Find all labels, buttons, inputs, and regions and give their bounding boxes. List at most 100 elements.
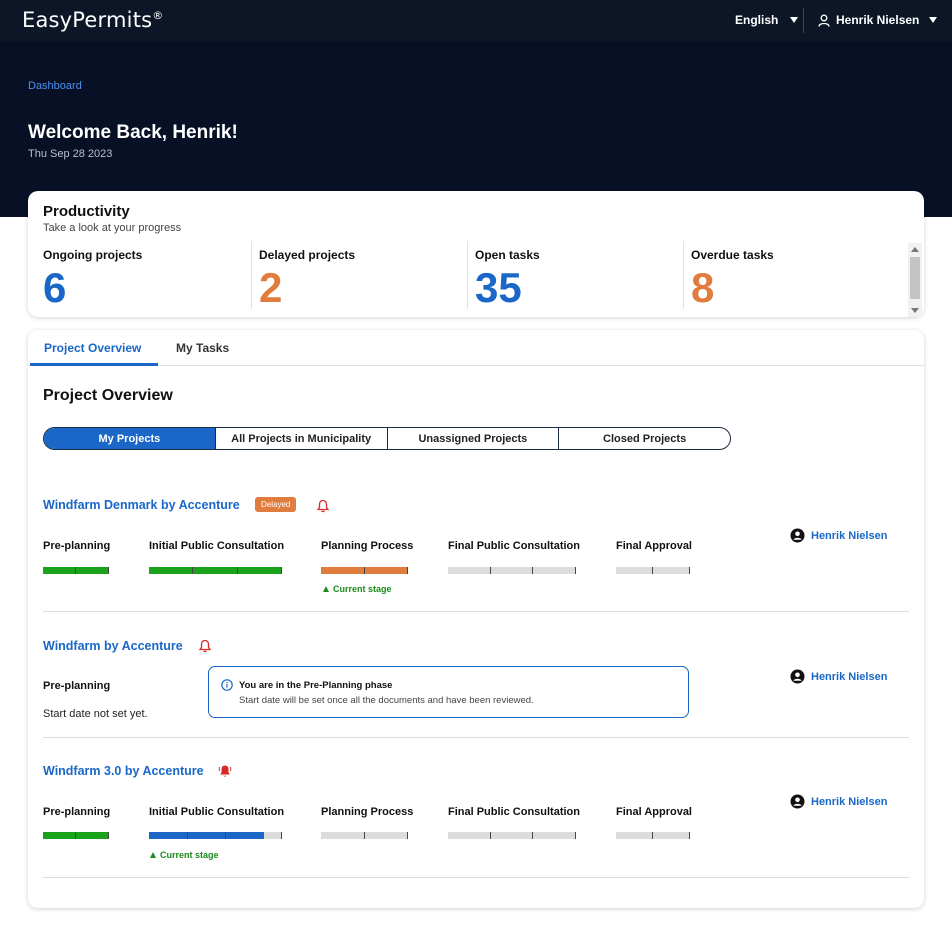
project-assignee[interactable]: Henrik Nielsen — [790, 669, 887, 684]
stage-label-planning-process: Planning Process — [321, 540, 414, 552]
progress-segment — [653, 567, 690, 574]
breadcrumb[interactable]: Dashboard — [28, 80, 82, 92]
stage-label-pre-planning: Pre-planning — [43, 806, 111, 818]
progress-segment — [616, 832, 653, 839]
current-stage-indicator: Current stage — [150, 850, 219, 860]
stage-progress-bar — [149, 567, 282, 574]
project-filter-segmented-control: My Projects All Projects in Municipality… — [43, 427, 731, 450]
project-name-link[interactable]: Windfarm Denmark by Accenture — [43, 498, 240, 512]
stat-ongoing-projects[interactable]: Ongoing projects 6 — [43, 241, 253, 309]
stat-open-tasks[interactable]: Open tasks 35 — [475, 241, 685, 309]
stat-overdue-tasks[interactable]: Overdue tasks 8 — [691, 241, 901, 309]
user-avatar-icon — [790, 528, 805, 543]
stage-label-planning-process: Planning Process — [321, 806, 414, 818]
filter-unassigned-projects[interactable]: Unassigned Projects — [388, 428, 560, 449]
triangle-up-icon — [150, 852, 156, 858]
status-badge: Delayed — [255, 497, 297, 512]
project-assignee[interactable]: Henrik Nielsen — [790, 794, 887, 809]
progress-segment — [43, 567, 76, 574]
user-avatar-icon — [790, 794, 805, 809]
stat-label: Overdue tasks — [691, 248, 774, 262]
scroll-up-icon[interactable] — [911, 247, 919, 252]
progress-segment — [321, 832, 365, 839]
section-title: Project Overview — [43, 387, 173, 404]
project-name-link[interactable]: Windfarm 3.0 by Accenture — [43, 764, 204, 778]
bell-ringing-icon[interactable] — [218, 764, 232, 778]
stage-progress-bar — [43, 832, 109, 839]
filter-closed-projects[interactable]: Closed Projects — [559, 428, 730, 449]
top-navigation-bar: EasyPermits® English Henrik Nielsen — [0, 0, 952, 41]
progress-segment — [187, 832, 227, 839]
project-name-link[interactable]: Windfarm by Accenture — [43, 639, 183, 653]
chevron-down-icon — [790, 17, 799, 23]
stat-divider — [251, 241, 252, 309]
assignee-name: Henrik Nielsen — [811, 795, 888, 808]
user-icon — [818, 14, 830, 27]
stat-divider — [683, 241, 684, 309]
user-menu[interactable]: Henrik Nielsen — [818, 13, 938, 27]
progress-segment — [226, 832, 265, 839]
language-selector[interactable]: English — [735, 13, 799, 27]
stage-label-final-approval: Final Approval — [616, 540, 692, 552]
start-date-note: Start date not set yet. — [43, 708, 148, 720]
info-text: Start date will be set once all the docu… — [239, 695, 534, 706]
progress-segment — [149, 832, 188, 839]
stage-progress-bar — [448, 567, 577, 574]
progress-segment — [193, 567, 238, 574]
stat-value: 6 — [43, 264, 67, 311]
project-overview-card: Project Overview My Tasks Project Overvi… — [28, 330, 924, 908]
stage-progress-bar — [149, 832, 283, 839]
productivity-card: Productivity Take a look at your progres… — [28, 191, 924, 317]
current-stage-label: Current stage — [333, 584, 392, 594]
welcome-heading: Welcome Back, Henrik! — [28, 122, 238, 143]
stage-progress-bar — [616, 567, 690, 574]
filter-all-projects-in-municipality[interactable]: All Projects in Municipality — [216, 428, 388, 449]
stage-label-pre-planning: Pre-planning — [43, 540, 111, 552]
app-logo[interactable]: EasyPermits® — [22, 8, 163, 32]
progress-segment — [364, 567, 408, 574]
current-date: Thu Sep 28 2023 — [28, 148, 113, 160]
stage-label-initial-public-consultation: Initial Public Consultation — [149, 806, 285, 818]
tab-my-tasks[interactable]: My Tasks — [176, 341, 229, 355]
project-assignee[interactable]: Henrik Nielsen — [790, 528, 887, 543]
scroll-down-icon[interactable] — [911, 308, 919, 313]
assignee-name: Henrik Nielsen — [811, 670, 888, 683]
project-divider — [43, 611, 909, 612]
bell-icon[interactable] — [316, 499, 330, 513]
progress-segment — [321, 567, 365, 574]
progress-segment — [43, 832, 76, 839]
stage-progress-bar — [43, 567, 109, 574]
progress-segment — [76, 567, 109, 574]
stage-progress-bar — [448, 832, 577, 839]
pre-planning-info-box: You are in the Pre-Planning phase Start … — [208, 666, 689, 718]
stage-progress-bar — [321, 832, 408, 839]
triangle-up-icon — [323, 586, 329, 592]
productivity-title: Productivity — [43, 203, 130, 220]
bell-icon[interactable] — [198, 639, 212, 653]
chevron-down-icon — [929, 17, 938, 23]
stage-label-initial-public-consultation: Initial Public Consultation — [149, 540, 285, 552]
progress-segment — [264, 832, 283, 839]
tab-project-overview[interactable]: Project Overview — [44, 341, 141, 355]
project-divider — [43, 877, 909, 878]
progress-segment — [448, 832, 491, 839]
progress-segment — [533, 567, 577, 574]
progress-segment — [149, 567, 194, 574]
stat-delayed-projects[interactable]: Delayed projects 2 — [259, 241, 469, 309]
info-title: You are in the Pre-Planning phase — [239, 680, 393, 691]
stat-label: Open tasks — [475, 248, 540, 262]
progress-segment — [533, 832, 577, 839]
progress-segment — [364, 832, 408, 839]
stage-progress-bar — [321, 567, 408, 574]
filter-my-projects[interactable]: My Projects — [44, 428, 216, 449]
stat-value: 35 — [475, 264, 522, 311]
info-icon — [221, 679, 233, 691]
stage-label-final-public-consultation: Final Public Consultation — [448, 540, 580, 552]
productivity-scrollbar[interactable] — [908, 243, 922, 317]
progress-segment — [76, 832, 109, 839]
progress-segment — [653, 832, 690, 839]
language-label: English — [735, 13, 779, 27]
scrollbar-thumb[interactable] — [910, 257, 920, 299]
stat-value: 8 — [691, 264, 715, 311]
productivity-subtitle: Take a look at your progress — [43, 222, 182, 234]
